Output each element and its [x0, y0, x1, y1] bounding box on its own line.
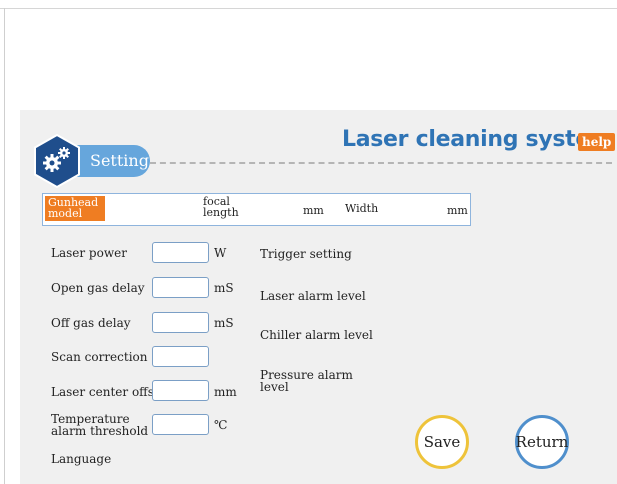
header-dashed-divider — [150, 162, 612, 164]
page-title: Laser cleaning system — [342, 127, 613, 152]
off-gas-delay-label: Off gas delay — [51, 316, 131, 330]
left-divider — [4, 8, 5, 484]
scan-correction-input[interactable] — [152, 346, 209, 367]
focal-length-unit: mm — [303, 204, 324, 217]
off-gas-delay-unit: mS — [214, 316, 234, 330]
width-label: Width — [345, 202, 379, 215]
laser-center-offset-unit: mm — [214, 385, 237, 399]
laser-power-label: Laser power — [51, 246, 127, 260]
gear-icon — [34, 134, 80, 188]
laser-alarm-level-label[interactable]: Laser alarm level — [260, 289, 366, 303]
temperature-alarm-input[interactable] — [152, 414, 209, 435]
chiller-alarm-level-label[interactable]: Chiller alarm level — [260, 328, 373, 342]
laser-center-offset-input[interactable] — [152, 380, 209, 401]
open-gas-delay-input[interactable] — [152, 277, 209, 298]
open-gas-delay-unit: mS — [214, 281, 234, 295]
temperature-alarm-label: Temperature alarm threshold — [51, 412, 149, 438]
trigger-setting-label[interactable]: Trigger setting — [260, 247, 352, 261]
save-button[interactable]: Save — [415, 415, 469, 469]
help-button[interactable]: help — [578, 133, 616, 151]
laser-power-unit: W — [214, 246, 227, 260]
temperature-alarm-unit: ℃ — [214, 418, 228, 432]
laser-center-offset-label: Laser center offset — [51, 385, 166, 399]
gunhead-bar — [42, 193, 471, 226]
open-gas-delay-label: Open gas delay — [51, 281, 145, 295]
return-button[interactable]: Return — [515, 415, 569, 469]
language-label[interactable]: Language — [51, 452, 111, 466]
width-unit: mm — [447, 204, 468, 217]
scan-correction-label: Scan correction — [51, 350, 148, 364]
pressure-alarm-level-label[interactable]: Pressure alarm level — [260, 369, 355, 393]
laser-power-input[interactable] — [152, 242, 209, 263]
top-divider — [0, 8, 617, 9]
gunhead-model-selector[interactable]: Gunhead model — [45, 196, 105, 221]
off-gas-delay-input[interactable] — [152, 312, 209, 333]
focal-length-label: focal length — [203, 195, 239, 219]
